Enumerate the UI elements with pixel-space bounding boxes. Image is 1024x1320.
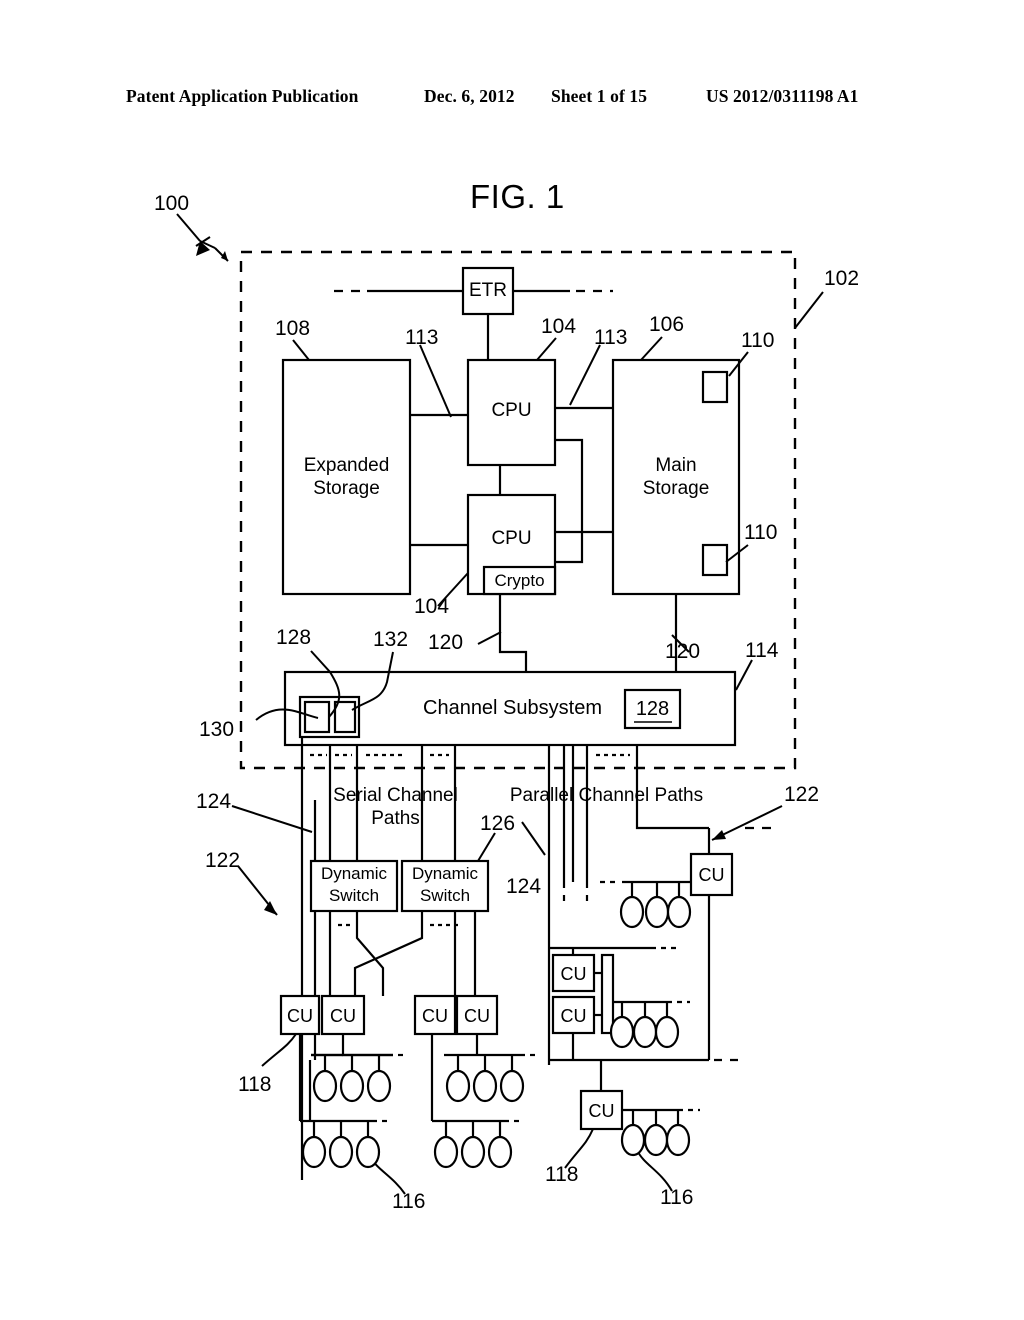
main-storage-label-line2: Storage [642,478,710,499]
device-oval [644,895,670,929]
cu-label-3: CU [422,1006,448,1026]
leader-118-left [261,1033,297,1067]
refnum-104-top: 104 [541,315,577,338]
refnum-124-mid: 124 [506,875,542,898]
device-oval [460,1135,486,1169]
leader-104-top [536,337,557,361]
refnum-128-callout: 128 [276,626,312,649]
device-oval [654,1015,680,1049]
refnum-118-left: 118 [238,1073,272,1096]
refnum-132: 132 [373,628,409,651]
device-oval [499,1069,525,1103]
refnum-108: 108 [275,317,311,340]
leader-122-right [711,805,783,841]
device-oval [609,1015,635,1049]
main-storage-label-line1: Main [655,455,697,476]
leader-113-left [419,344,452,418]
device-oval [312,1069,338,1103]
parallel-channel-paths-label: Parallel Channel Paths [509,785,704,806]
expanded-storage-label-line2: Storage [313,478,380,499]
device-oval [643,1123,669,1157]
leader-122-left [237,865,278,916]
refnum-116-left: 116 [392,1190,426,1213]
device-oval [619,895,645,929]
refnum-120-left: 120 [428,631,464,654]
device-oval [355,1135,381,1169]
device-oval [472,1069,498,1103]
leader-114 [735,659,753,691]
leader-113-right [569,344,601,406]
cu-label-7: CU [560,1006,587,1026]
dynamic-switch-1-label-line2: Switch [328,886,380,905]
device-oval [339,1069,365,1103]
bus-120-left [498,594,528,672]
refnum-130: 130 [199,718,235,741]
refnum-106: 106 [649,313,685,336]
storage-key-box-top [701,370,729,404]
leader-116-right [636,1149,673,1192]
leader-120-left [477,631,502,645]
bus-cpu-vertical-right [555,438,584,564]
dynamic-switch-2-label-line1: Dynamic [411,864,479,883]
refnum-120-right: 120 [665,640,701,663]
dynamic-switch-1-label-line1: Dynamic [320,864,388,883]
device-oval [433,1135,459,1169]
leader-108 [292,339,310,361]
cu-connector-bar [600,953,615,1035]
refnum-124-left: 124 [196,790,232,813]
subchannel-inner-box-b [333,700,357,734]
device-oval [666,895,692,929]
channel-subsystem-inner-label: 128 [635,698,670,720]
refnum-110-bottom: 110 [744,521,778,544]
device-oval [665,1123,691,1157]
cu-label-5: CU [698,865,725,885]
refnum-100: 100 [154,192,190,215]
cu-label-4: CU [464,1006,490,1026]
etr-label: ETR [469,280,507,301]
device-oval [366,1069,392,1103]
leader-126 [477,832,496,862]
expanded-storage-box [281,358,412,596]
device-oval [445,1069,471,1103]
serial-channel-paths-label-line1: Serial Channel [333,785,458,806]
refnum-116-right: 116 [660,1186,694,1209]
refnum-114: 114 [745,639,779,662]
device-oval [328,1135,354,1169]
cu2-down [341,1034,393,1057]
crypto-label: Crypto [494,571,545,590]
channel-subsystem-label: Channel Subsystem [423,697,602,719]
refnum-110-top: 110 [741,329,775,352]
cu-label-2: CU [330,1006,356,1026]
leader-100 [176,213,229,262]
refnum-102: 102 [824,267,860,290]
refnum-122-left: 122 [205,849,241,872]
cu-label-8: CU [588,1101,615,1121]
ds-cross-a [355,911,385,996]
refnum-104-bottom: 104 [414,595,450,618]
cpu-bottom-label: CPU [491,528,532,549]
refnum-113-right: 113 [594,326,628,349]
refnum-118-right: 118 [545,1163,579,1186]
leader-124-mid [521,821,546,856]
device-oval [301,1135,327,1169]
leader-124-left [231,805,313,833]
leader-106 [640,336,663,361]
storage-key-box-bottom [701,543,729,577]
serial-channel-paths-label-line2: Paths [371,808,420,829]
expanded-storage-label-line1: Expanded [303,455,390,476]
cu-label-6: CU [560,964,587,984]
leader-102 [794,291,824,329]
cu-label-1: CU [287,1006,313,1026]
device-oval [632,1015,658,1049]
cpu-top-label: CPU [491,400,532,421]
refnum-113-left: 113 [405,326,439,349]
dynamic-switch-2-label-line2: Switch [419,886,471,905]
refnum-126: 126 [480,812,516,835]
refnum-122-right: 122 [784,783,820,806]
ds-cross-b [353,911,424,996]
device-oval [620,1123,646,1157]
device-oval [487,1135,513,1169]
